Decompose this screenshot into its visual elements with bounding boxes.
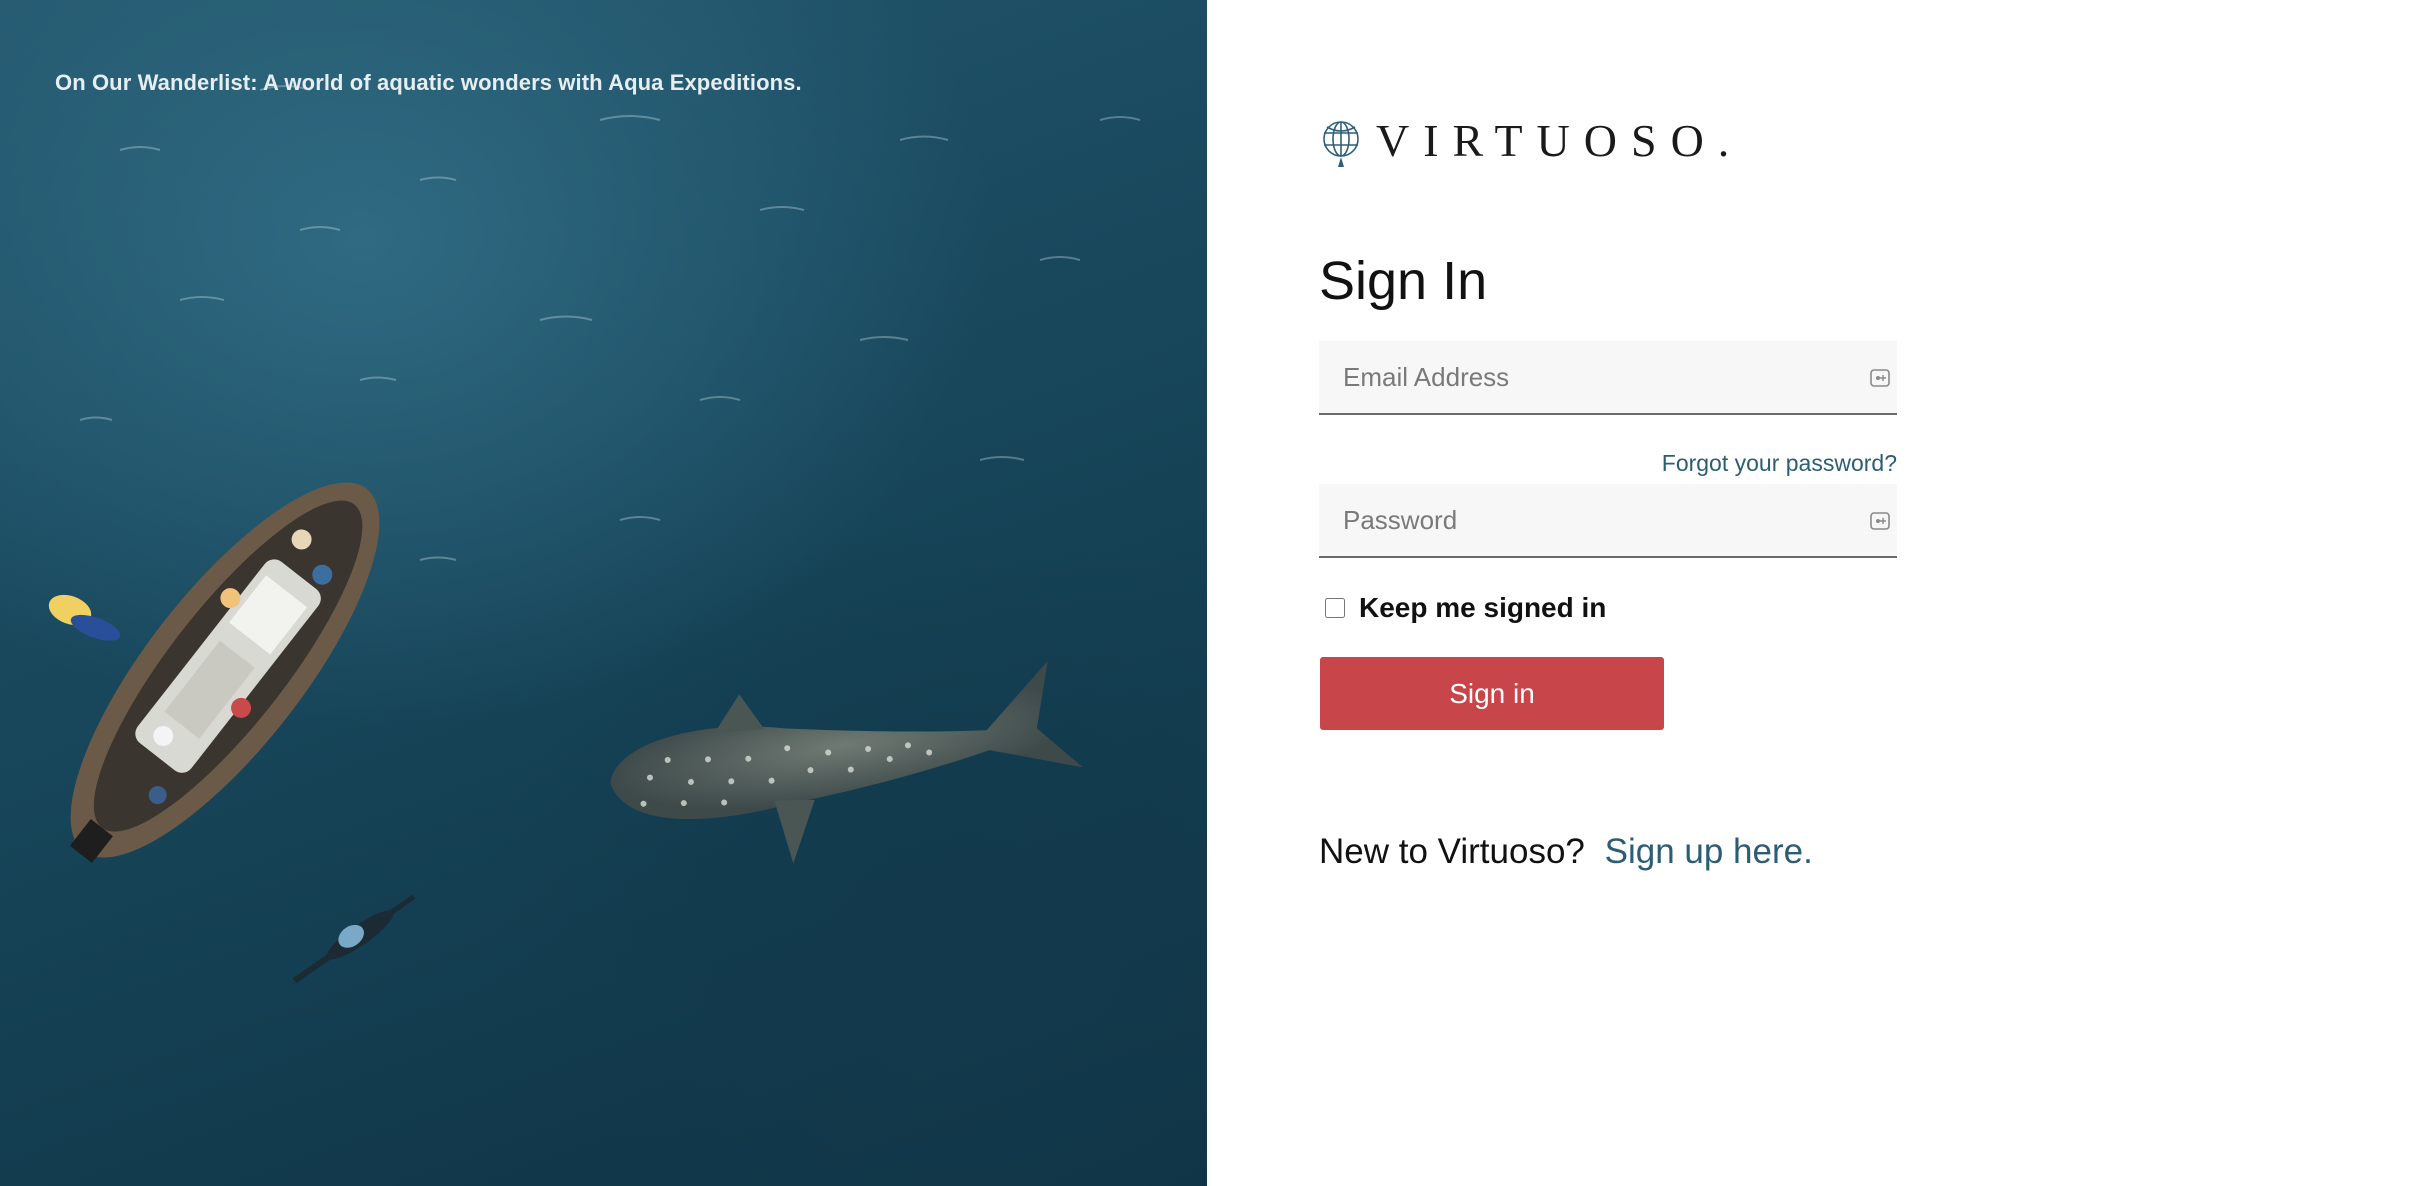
sign-in-button[interactable]: Sign in: [1320, 657, 1664, 730]
signup-prompt: New to Virtuoso? Sign up here.: [1319, 832, 1813, 872]
email-field-container: [1319, 341, 1897, 415]
whale-shark-graphic: [610, 661, 1083, 864]
password-field-container: [1319, 484, 1897, 558]
ocean-photo: [48, 85, 1141, 984]
keep-signed-in-row: Keep me signed in: [1325, 592, 1606, 624]
forgot-password-link[interactable]: Forgot your password?: [1662, 450, 1897, 477]
logo-wordmark: VIRTUOSO.: [1376, 115, 1744, 166]
autofill-key-icon[interactable]: [1869, 510, 1891, 532]
page-title: Sign In: [1319, 251, 1488, 311]
email-input[interactable]: [1319, 341, 1897, 413]
boat-graphic: [69, 482, 380, 864]
globe-icon: [1323, 121, 1359, 167]
new-user-text: New to Virtuoso?: [1319, 832, 1585, 871]
snorkeler-graphic: [292, 894, 416, 984]
autofill-key-icon[interactable]: [1869, 367, 1891, 389]
keep-signed-in-label[interactable]: Keep me signed in: [1359, 592, 1606, 624]
virtuoso-logo[interactable]: VIRTUOSO.: [1320, 112, 1743, 170]
signup-link[interactable]: Sign up here.: [1605, 832, 1813, 871]
password-input[interactable]: [1319, 484, 1897, 556]
hero-caption: On Our Wanderlist: A world of aquatic wo…: [55, 70, 802, 95]
hero-image-panel: On Our Wanderlist: A world of aquatic wo…: [0, 0, 1207, 1186]
keep-signed-in-checkbox[interactable]: [1325, 598, 1345, 618]
